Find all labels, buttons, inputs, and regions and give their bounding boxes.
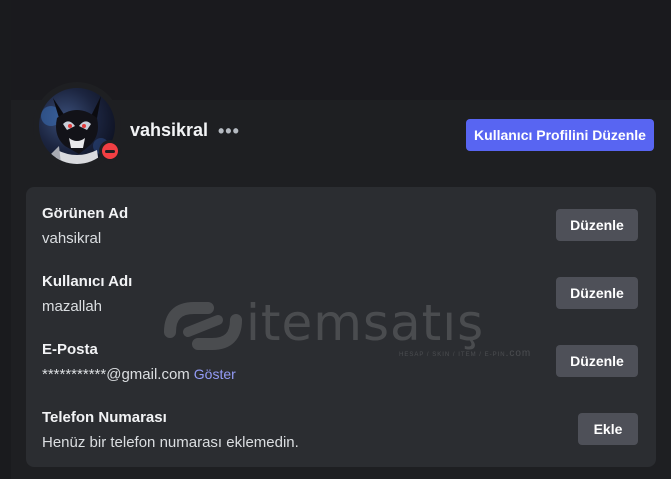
do-not-disturb-icon [102,143,118,159]
reveal-email-link[interactable]: Göster [194,366,236,382]
username-row: Kullanıcı Adı mazallah [42,273,642,325]
more-options-icon[interactable]: ••• [218,120,242,142]
phone-label: Telefon Numarası [42,409,167,426]
phone-value: Henüz bir telefon numarası eklemedin. [42,434,299,451]
username-label: Kullanıcı Adı [42,273,133,290]
email-value: ***********@gmail.com [42,366,190,383]
side-strip [0,0,11,479]
email-label: E-Posta [42,341,98,358]
edit-display-name-button[interactable]: Düzenle [556,209,638,241]
profile-banner [11,0,671,101]
status-indicator [99,140,121,162]
avatar-frame [33,82,121,170]
account-settings-page: vahsikral ••• Kullanıcı Profilini Düzenl… [0,0,671,479]
display-name-row: Görünen Ad vahsikral [42,205,642,257]
add-phone-button[interactable]: Ekle [578,413,638,445]
account-info-panel: itemsatış HESAP / SKIN / ITEM / E-PIN.co… [26,187,656,467]
account-card: vahsikral ••• Kullanıcı Profilini Düzenl… [11,82,671,479]
display-name-label: Görünen Ad [42,205,129,222]
profile-username: vahsikral [130,120,209,140]
edit-email-button[interactable]: Düzenle [556,345,638,377]
email-value-line: ***********@gmail.com Göster [42,366,236,383]
edit-user-profile-button[interactable]: Kullanıcı Profilini Düzenle [466,119,654,151]
phone-row: Telefon Numarası Henüz bir telefon numar… [42,409,642,461]
edit-username-button[interactable]: Düzenle [556,277,638,309]
email-row: E-Posta ***********@gmail.com Göster [42,341,642,393]
display-name-value: vahsikral [42,230,102,247]
username-value: mazallah [42,298,103,315]
